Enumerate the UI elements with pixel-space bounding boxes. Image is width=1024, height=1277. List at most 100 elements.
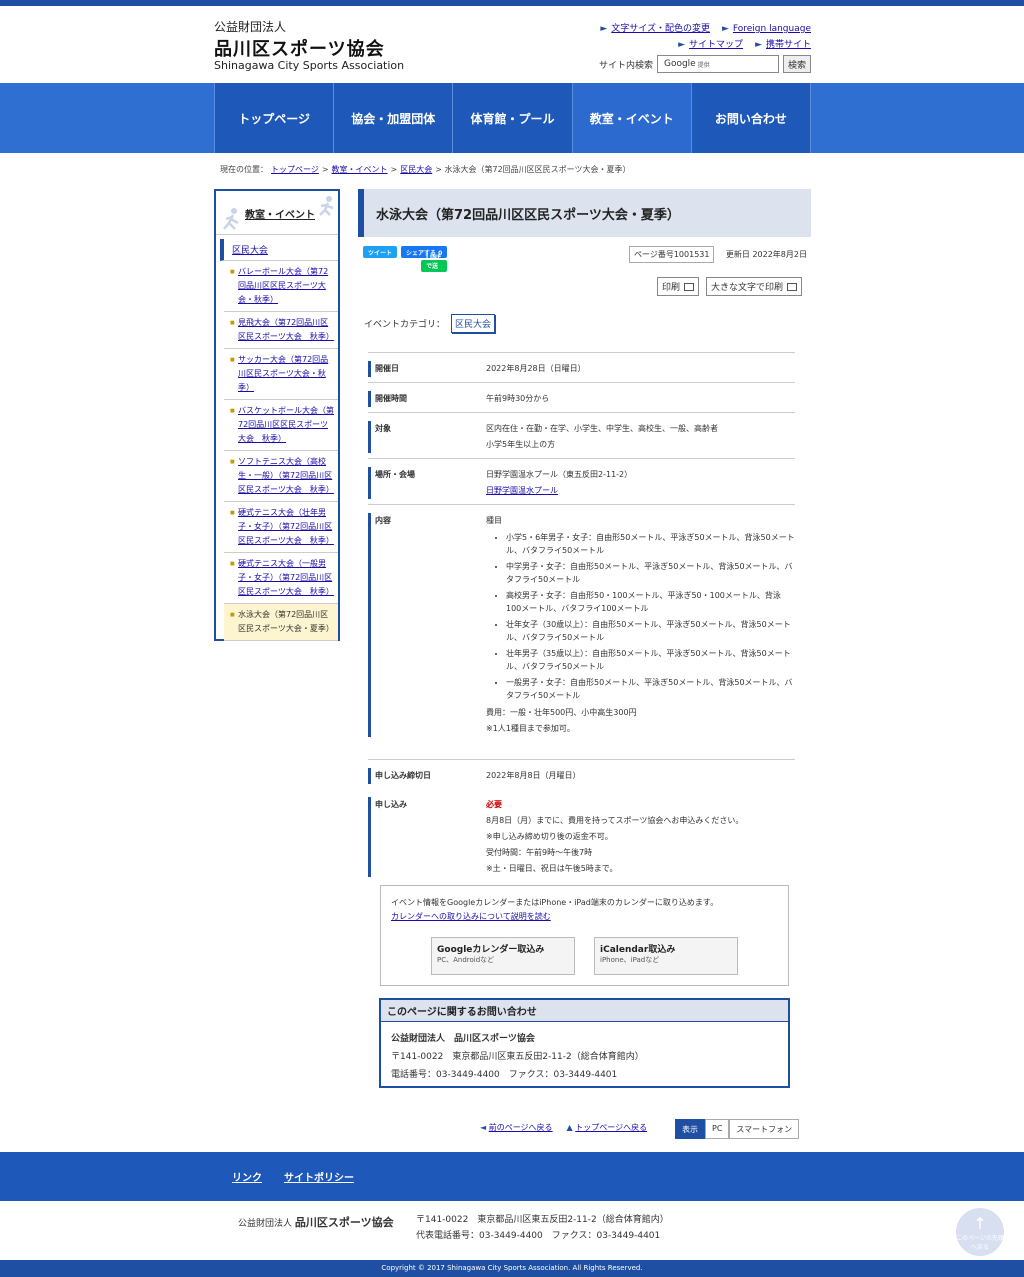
print-button[interactable]: 印刷	[657, 277, 700, 296]
detail-value: 2022年8月28日（日曜日）	[486, 364, 586, 373]
icalendar-label: iCalendar取込み	[600, 945, 676, 955]
list-item: 高校男子・女子：自由形50・100メートル、平泳ぎ50・100メートル、背泳10…	[506, 589, 795, 615]
breadcrumb-link[interactable]: 区民大会	[400, 165, 432, 174]
icalendar-sub: iPhone、iPadなど	[600, 956, 660, 964]
sidebar-item[interactable]: ソフトテニス大会（高校生・一般）（第72回品川区区民スポーツ大会 秋季）	[224, 451, 338, 502]
breadcrumb-link[interactable]: トップページ	[271, 165, 319, 174]
footer-org-type: 公益財団法人	[238, 1219, 293, 1229]
sidebar-header: 教室・イベント	[216, 191, 338, 235]
list-item: 一般男子・女子：自由形50メートル、平泳ぎ50メートル、背泳50メートル、バタフ…	[506, 676, 795, 702]
line-share-button[interactable]: LINEで送る	[421, 254, 448, 279]
print-large-label: 大きな文字で印刷	[711, 283, 784, 293]
detail-row: 開催時間 午前9時30分から	[368, 382, 795, 412]
sidebar-category[interactable]: 区民大会	[220, 239, 338, 261]
nav-gym-pool[interactable]: 体育館・プール	[453, 83, 573, 153]
runner-icon	[319, 196, 334, 216]
detail-heading: 開催日	[368, 361, 482, 377]
sidebar: 教室・イベント 区民大会 バレーボール大会（第72回品川区区民スポーツ大会・秋季…	[214, 189, 340, 641]
contact-box: このページに関するお問い合わせ 公益財団法人 品川区スポーツ協会 〒141-00…	[379, 998, 790, 1088]
arrow-left-icon: ◄	[480, 1123, 489, 1132]
sidebar-item[interactable]: 見飛大会（第72回品川区区民スポーツ大会 秋季）	[224, 312, 338, 349]
detail-value: 8月8日（月）までに、費用を持ってスポーツ協会へお申込みください。	[486, 816, 744, 825]
top-page-link[interactable]: トップページへ戻る	[575, 1123, 647, 1132]
detail-heading: 開催時間	[368, 391, 482, 407]
sitemap-link[interactable]: サイトマップ	[689, 40, 743, 50]
calendar-help-link[interactable]: カレンダーへの取り込みについて説明を読む	[391, 910, 778, 924]
detail-heading: 申し込み	[368, 797, 482, 877]
detail-value: 区内在住・在勤・在学、小学生、中学生、高校生、一般、高齢者	[486, 424, 718, 433]
sidebar-item[interactable]: 硬式テニス大会（一般男子・女子）（第72回品川区区民スポーツ大会 秋季）	[224, 553, 338, 604]
font-color-settings-link[interactable]: 文字サイズ・配色の変更	[611, 24, 710, 34]
detail-row: 内容 種目 小学5・6年男子・女子：自由形50メートル、平泳ぎ50メートル、背泳…	[368, 504, 795, 759]
google-calendar-sub: PC、Androidなど	[437, 956, 495, 964]
back-link[interactable]: 前のページへ戻る	[489, 1123, 553, 1132]
detail-heading: 申し込み締切日	[368, 768, 482, 784]
smartphone-view-button[interactable]: スマートフォン	[729, 1119, 800, 1139]
search-input[interactable]: Google 提供	[656, 55, 779, 73]
search-button[interactable]: 検索	[782, 55, 811, 73]
display-switch: 表示 PC スマートフォン	[675, 1119, 800, 1139]
detail-value: ※申し込み締め切り後の返金不可。	[486, 832, 613, 841]
detail-value: ※土・日曜日、祝日は午後5時まで。	[486, 864, 618, 873]
print-large-button[interactable]: 大きな文字で印刷	[706, 277, 803, 296]
footer-links-bar: リンク サイトポリシー	[0, 1152, 1024, 1201]
site-logo[interactable]: 品川区スポーツ協会	[214, 35, 385, 61]
nav-classes-events[interactable]: 教室・イベント	[572, 83, 692, 153]
nav-contact[interactable]: お問い合わせ	[691, 83, 812, 153]
footer-org-name: 品川区スポーツ協会	[294, 1216, 394, 1229]
detail-row: 対象 区内在住・在勤・在学、小学生、中学生、高校生、一般、高齢者 小学5年生以上の方	[368, 412, 795, 458]
event-category-tag[interactable]: 区民大会	[451, 314, 496, 333]
event-category-label: イベントカテゴリ：	[364, 320, 446, 330]
sidebar-item[interactable]: バスケットボール大会（第72回品川区区民スポーツ大会 秋季）	[224, 400, 338, 451]
footer-tel: 代表電話番号：03-3449-4400 ファクス：03-3449-4401	[416, 1231, 661, 1241]
arrow-up-icon: ↑	[973, 1213, 987, 1233]
footer-link[interactable]: リンク	[232, 1169, 262, 1184]
event-list: 小学5・6年男子・女子：自由形50メートル、平泳ぎ50メートル、背泳50メートル…	[486, 531, 795, 702]
header-links: ► 文字サイズ・配色の変更 ► Foreign language ► サイトマップ ► 携帯…	[588, 21, 811, 53]
sidebar-item-current: 水泳大会（第72回品川区区民スポーツ大会・夏季）	[224, 604, 338, 641]
mobile-site-link[interactable]: 携帯サイト	[766, 40, 811, 50]
detail-row: 申し込み締切日 2022年8月8日（月曜日）	[368, 759, 795, 789]
back-to-top-button[interactable]: ↑ このページの先頭へ戻る	[956, 1208, 1004, 1256]
calendar-text: イベント情報をGoogleカレンダーまたはiPhone・iPad端末のカレンダー…	[391, 898, 719, 907]
contact-address: 〒141-0022 東京都品川区東五反田2-11-2（総合体育館内）	[391, 1052, 644, 1062]
pc-view-button[interactable]: PC	[705, 1119, 730, 1139]
detail-row: 開催日 2022年8月28日（日曜日）	[368, 352, 795, 382]
org-type: 公益財団法人	[214, 20, 287, 34]
event-details: 開催日 2022年8月28日（日曜日） 開催時間 午前9時30分から 対象 区内在住・…	[368, 352, 795, 882]
detail-value: 小学5年生以上の方	[486, 440, 556, 449]
main-content: 水泳大会（第72回品川区区民スポーツ大会・夏季） ツイート シェアする 0 LI…	[358, 189, 811, 877]
arrow-icon: ►	[600, 24, 608, 34]
detail-value: 費用：一般・壮年500円、小中高生300円	[486, 708, 637, 717]
detail-heading: 場所・会場	[368, 467, 482, 499]
venue-link[interactable]: 日野学園温水プール	[486, 483, 795, 499]
google-calendar-button[interactable]: Googleカレンダー取込み PC、Androidなど	[431, 937, 575, 975]
page-number: ページ番号1001531	[629, 246, 715, 263]
list-item: 中学男子・女子：自由形50メートル、平泳ぎ50メートル、背泳50メートル、バタフ…	[506, 560, 795, 586]
page-nav: ◄ 前のページへ戻る ▲ トップページへ戻る	[480, 1122, 647, 1133]
detail-heading: 対象	[368, 421, 482, 453]
footer-address: 〒141-0022 東京都品川区東五反田2-11-2（総合体育館内）	[416, 1215, 669, 1225]
footer-link[interactable]: サイトポリシー	[284, 1169, 354, 1184]
tweet-button[interactable]: ツイート	[363, 246, 398, 258]
detail-value: 種目	[486, 516, 502, 525]
print-label: 印刷	[662, 283, 681, 293]
event-category: イベントカテゴリ： 区民大会	[364, 314, 496, 333]
google-brand: Google	[663, 59, 696, 69]
detail-value: 受付時間：午前9時～午後7時	[486, 848, 593, 857]
sidebar-item[interactable]: サッカー大会（第72回品川区民スポーツ大会・秋季）	[224, 349, 338, 400]
foreign-language-link[interactable]: Foreign language	[733, 24, 811, 34]
icalendar-button[interactable]: iCalendar取込み iPhone、iPadなど	[594, 937, 738, 975]
nav-association[interactable]: 協会・加盟団体	[334, 83, 454, 153]
copyright: Copyright © 2017 Shinagawa City Sports A…	[0, 1260, 1024, 1277]
detail-value: 2022年8月8日（月曜日）	[486, 771, 581, 780]
printer-icon	[787, 282, 798, 291]
sidebar-title[interactable]: 教室・イベント	[245, 206, 315, 221]
breadcrumb-prefix: 現在の位置：	[220, 165, 268, 174]
sidebar-item[interactable]: 硬式テニス大会（壮年男子・女子）（第72回品川区区民スポーツ大会 秋季）	[224, 502, 338, 553]
sidebar-item[interactable]: バレーボール大会（第72回品川区区民スポーツ大会・秋季）	[224, 261, 338, 312]
breadcrumb-link[interactable]: 教室・イベント	[332, 165, 388, 174]
update-date: 更新日 2022年8月2日	[725, 250, 807, 259]
detail-heading: 内容	[368, 513, 482, 737]
nav-top[interactable]: トップページ	[215, 83, 335, 153]
